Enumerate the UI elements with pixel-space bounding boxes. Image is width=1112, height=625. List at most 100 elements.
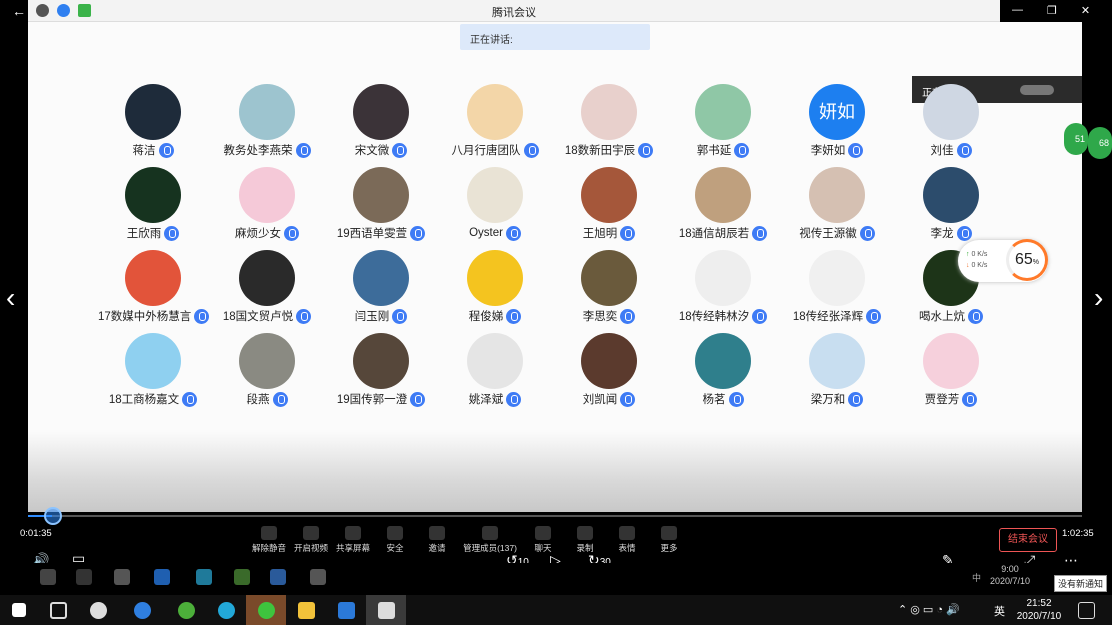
edge-icon[interactable]	[218, 602, 235, 619]
ime-indicator[interactable]: 英	[994, 603, 1005, 619]
participant-name-row: 18通信胡辰若	[679, 225, 768, 241]
more-button[interactable]: 更多	[648, 524, 690, 560]
participant-name: 姚泽斌	[468, 394, 504, 406]
invite-label: 邀请	[428, 543, 446, 553]
minimize-icon[interactable]: —	[1012, 4, 1023, 17]
windows-start-icon[interactable]	[12, 603, 26, 617]
maximize-icon[interactable]: ❐	[1047, 4, 1057, 17]
wechat-icon[interactable]	[258, 602, 275, 619]
participant-name-row: 视传王源徽	[799, 225, 875, 241]
participant-tile[interactable]: 蒋洁	[98, 84, 208, 159]
participant-tile[interactable]: 18通信胡辰若	[668, 167, 778, 242]
next-arrow-icon[interactable]: ›	[1094, 282, 1103, 314]
participant-tile[interactable]: 视传王源徽	[782, 167, 892, 242]
participant-name: 程俊娣	[468, 311, 504, 323]
participant-name: 李龙	[930, 228, 954, 240]
end-meeting-button[interactable]: 结束会议	[999, 528, 1057, 552]
participant-name: 贾登芳	[924, 394, 960, 406]
mic-icon	[752, 225, 768, 241]
wps-icon[interactable]	[338, 602, 355, 619]
avatar	[125, 84, 181, 140]
avatar	[581, 84, 637, 140]
inner-start-icon	[40, 569, 56, 585]
progress-knob[interactable]	[44, 507, 62, 525]
tray-icons[interactable]: ⌃ ◎ ▭ ◔ 🔊	[898, 603, 960, 616]
participant-name: 李思奕	[582, 311, 618, 323]
participant-tile[interactable]: 18传经张泽辉	[782, 250, 892, 325]
participant-name-row: 18数新田宇辰	[565, 142, 654, 158]
avatar	[467, 84, 523, 140]
pinwheel-app-icon[interactable]	[90, 602, 107, 619]
participant-tile[interactable]: 19国传郭一澄	[326, 333, 436, 408]
emoji-button[interactable]: 表情	[606, 524, 648, 560]
notification-icon[interactable]	[1078, 602, 1095, 619]
participant-tile[interactable]: 贾登芳	[896, 333, 1006, 408]
close-icon[interactable]: ✕	[1081, 4, 1090, 17]
video-button[interactable]: 开启视频	[290, 524, 332, 560]
elapsed-time: 0:01:35	[20, 528, 52, 539]
file-explorer-icon[interactable]	[298, 602, 315, 619]
participant-tile[interactable]: 18数新田宇辰	[554, 84, 664, 159]
participant-tile[interactable]: 王欣雨	[98, 167, 208, 242]
participant-tile[interactable]: 麻烦少女	[212, 167, 322, 242]
network-widget[interactable]: ↑ 0 K/s ↓ 0 K/s 65%	[958, 239, 1048, 282]
avatar	[809, 167, 865, 223]
participant-name-row: 18传经韩林汐	[679, 308, 768, 324]
previous-arrow-icon[interactable]: ‹	[6, 282, 15, 314]
participant-tile[interactable]: 段燕	[212, 333, 322, 408]
screen: 腾讯会议 ← — ❐ ✕ 正在讲话: 正在讲话: 蒋洁教务处李燕荣宋文微八月行唐…	[0, 0, 1112, 625]
participant-tile[interactable]: 闫玉刚	[326, 250, 436, 325]
mic-icon	[620, 225, 636, 241]
participant-name-row: 贾登芳	[925, 391, 978, 407]
avatar	[239, 333, 295, 389]
participant-tile[interactable]: 教务处李燕荣	[212, 84, 322, 159]
edge-badge-1[interactable]: 51	[1064, 123, 1088, 155]
participant-tile[interactable]: 梁万和	[782, 333, 892, 408]
back-arrow-icon[interactable]: ←	[12, 3, 26, 19]
gauge-unit: %	[1032, 259, 1040, 266]
edge-badge-2[interactable]: 68	[1088, 127, 1112, 159]
chat-icon	[535, 526, 551, 540]
inner-meeting-icon	[270, 569, 286, 585]
mic-icon	[194, 308, 210, 324]
mic-icon	[272, 391, 288, 407]
participant-tile[interactable]: 19西语单雯萱	[326, 167, 436, 242]
participant-tile[interactable]: 王旭明	[554, 167, 664, 242]
participant-tile[interactable]: Oyster	[440, 167, 550, 241]
task-view-icon[interactable]	[50, 602, 67, 619]
invite-button[interactable]: 邀请	[416, 524, 458, 560]
participant-tile[interactable]: 18国文贸卢悦	[212, 250, 322, 325]
participant-tile[interactable]: 17数媒中外杨慧言	[98, 250, 210, 325]
mute-button[interactable]: 解除静音	[248, 524, 290, 560]
mic-icon	[638, 142, 654, 158]
security-button[interactable]: 安全	[374, 524, 416, 560]
participant-tile[interactable]: 18工商杨嘉文	[98, 333, 208, 408]
inner-taskview-icon	[76, 569, 92, 585]
participant-tile[interactable]: 杨茗	[668, 333, 778, 408]
gauge-value: 65	[1014, 251, 1033, 268]
avatar	[695, 333, 751, 389]
participant-tile[interactable]: 姚泽斌	[440, 333, 550, 408]
participant-tile[interactable]: 妍如 李妍如	[782, 84, 892, 159]
participant-tile[interactable]: 李思奕	[554, 250, 664, 325]
participant-tile[interactable]: 18传经韩林汐	[668, 250, 778, 325]
participant-tile[interactable]: 八月行唐团队	[440, 84, 550, 159]
participant-tile[interactable]: 刘佳	[896, 84, 1006, 159]
clapper-icon[interactable]	[378, 602, 395, 619]
participant-tile[interactable]: 刘凯闻	[554, 333, 664, 408]
participant-name: 梁万和	[810, 394, 846, 406]
participant-name: 王旭明	[582, 228, 618, 240]
participant-name-row: 麻烦少女	[235, 225, 299, 241]
participant-tile[interactable]: 程俊娣	[440, 250, 550, 325]
ie-icon[interactable]	[134, 602, 151, 619]
participant-name-row: 王旭明	[583, 225, 636, 241]
participant-tile[interactable]: 宋文微	[326, 84, 436, 159]
share-button[interactable]: 共享屏幕	[332, 524, 374, 560]
360-icon[interactable]	[178, 602, 195, 619]
participant-tile[interactable]: 郭书延	[668, 84, 778, 159]
participant-name-row: 李思奕	[583, 308, 636, 324]
taskbar-clock[interactable]: 21:52 2020/7/10	[1012, 597, 1066, 623]
more-icon	[661, 526, 677, 540]
progress-track[interactable]	[28, 515, 1082, 517]
participant-tile[interactable]: 李龙	[896, 167, 1006, 242]
